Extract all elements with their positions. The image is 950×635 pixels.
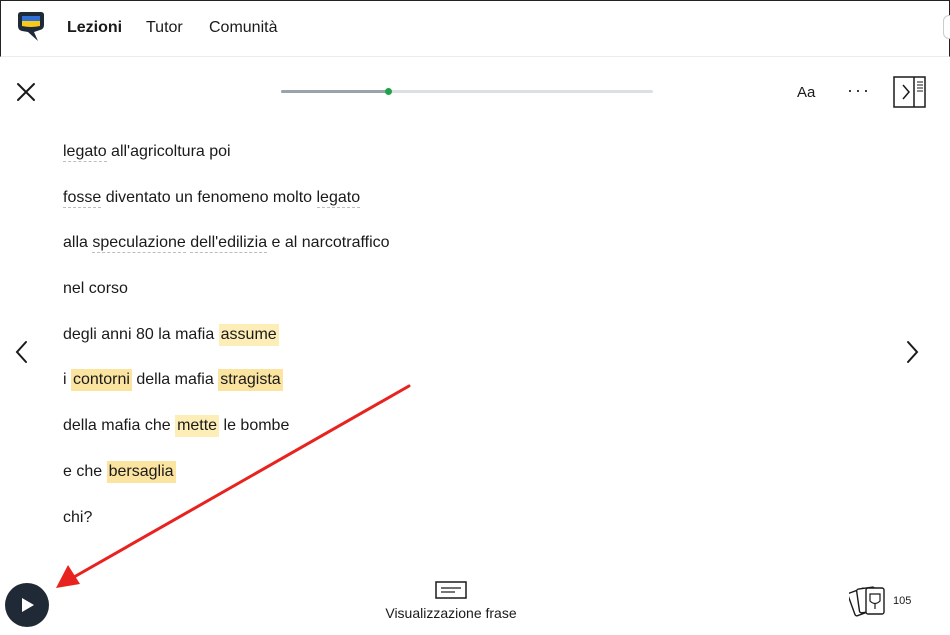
word-link[interactable]: speculazione xyxy=(92,234,186,254)
highlighted-word[interactable]: stragista xyxy=(218,369,283,392)
transcript-text: nel corso xyxy=(63,280,128,298)
transcript-text: e che xyxy=(63,462,107,480)
font-settings-button[interactable]: Aa xyxy=(797,84,815,101)
transcript-text: degli anni 80 la mafia xyxy=(63,325,219,343)
nav-item-comunita[interactable]: Comunità xyxy=(209,19,277,37)
sentence-view-label: Visualizzazione frase xyxy=(385,605,517,621)
side-panel-icon[interactable] xyxy=(893,76,926,108)
transcript-line: fosse diventato un fenomeno molto legato xyxy=(63,187,763,233)
transcript-line: legato all'agricoltura poi xyxy=(63,141,763,187)
side-handle[interactable] xyxy=(943,15,950,39)
progress-fill xyxy=(281,90,389,93)
word-link[interactable]: legato xyxy=(316,189,361,208)
transcript-text: e al narcotraffico xyxy=(267,234,390,252)
transcript-line: della mafia che mette le bombe xyxy=(63,415,763,461)
lesson-transcript: legato all'agricoltura poi fosse diventat… xyxy=(63,141,763,552)
next-page-icon[interactable] xyxy=(902,340,922,364)
top-navigation: Lezioni Tutor Comunità xyxy=(0,0,950,57)
nav-item-tutor[interactable]: Tutor xyxy=(146,19,183,37)
transcript-text: le bombe xyxy=(219,417,290,435)
transcript-text: alla xyxy=(63,234,93,252)
play-button[interactable] xyxy=(5,583,49,627)
more-options-button[interactable]: ··· xyxy=(847,80,871,101)
flashcards-icon[interactable] xyxy=(849,584,889,618)
word-link[interactable]: dell'edilizia xyxy=(190,234,268,254)
previous-page-icon[interactable] xyxy=(12,340,32,364)
transcript-text: i xyxy=(63,371,71,389)
transcript-line: degli anni 80 la mafia assume xyxy=(63,323,763,370)
transcript-text: all'agricoltura poi xyxy=(106,143,231,160)
transcript-text: diventato un fenomeno molto xyxy=(101,188,317,206)
transcript-line: i contorni della mafia stragista xyxy=(63,369,763,415)
transcript-line: e che bersaglia xyxy=(63,460,763,507)
sentence-view-icon xyxy=(435,581,467,599)
transcript-text: chi? xyxy=(63,508,93,526)
transcript-line: alla speculazione dell'edilizia e al nar… xyxy=(63,232,763,278)
highlighted-word[interactable]: contorni xyxy=(71,369,132,392)
word-link[interactable]: legato xyxy=(63,143,107,162)
transcript-line: nel corso xyxy=(63,278,763,324)
word-link[interactable]: fosse xyxy=(63,189,102,208)
transcript-text: della mafia xyxy=(131,371,219,389)
sentence-view-toggle[interactable]: Visualizzazione frase xyxy=(368,580,534,628)
progress-indicator xyxy=(385,88,393,95)
play-icon xyxy=(22,598,34,612)
nav-item-lezioni[interactable]: Lezioni xyxy=(67,19,122,37)
transcript-line: chi? xyxy=(63,507,763,553)
lesson-progress-bar[interactable] xyxy=(281,88,653,95)
highlighted-word[interactable]: assume xyxy=(218,323,279,346)
app-logo-icon[interactable] xyxy=(16,11,46,43)
highlighted-word[interactable]: mette xyxy=(175,415,220,438)
highlighted-word[interactable]: bersaglia xyxy=(106,460,176,483)
close-icon[interactable] xyxy=(14,80,38,104)
transcript-text: della mafia che xyxy=(63,417,176,435)
flashcards-count: 105 xyxy=(893,595,912,607)
